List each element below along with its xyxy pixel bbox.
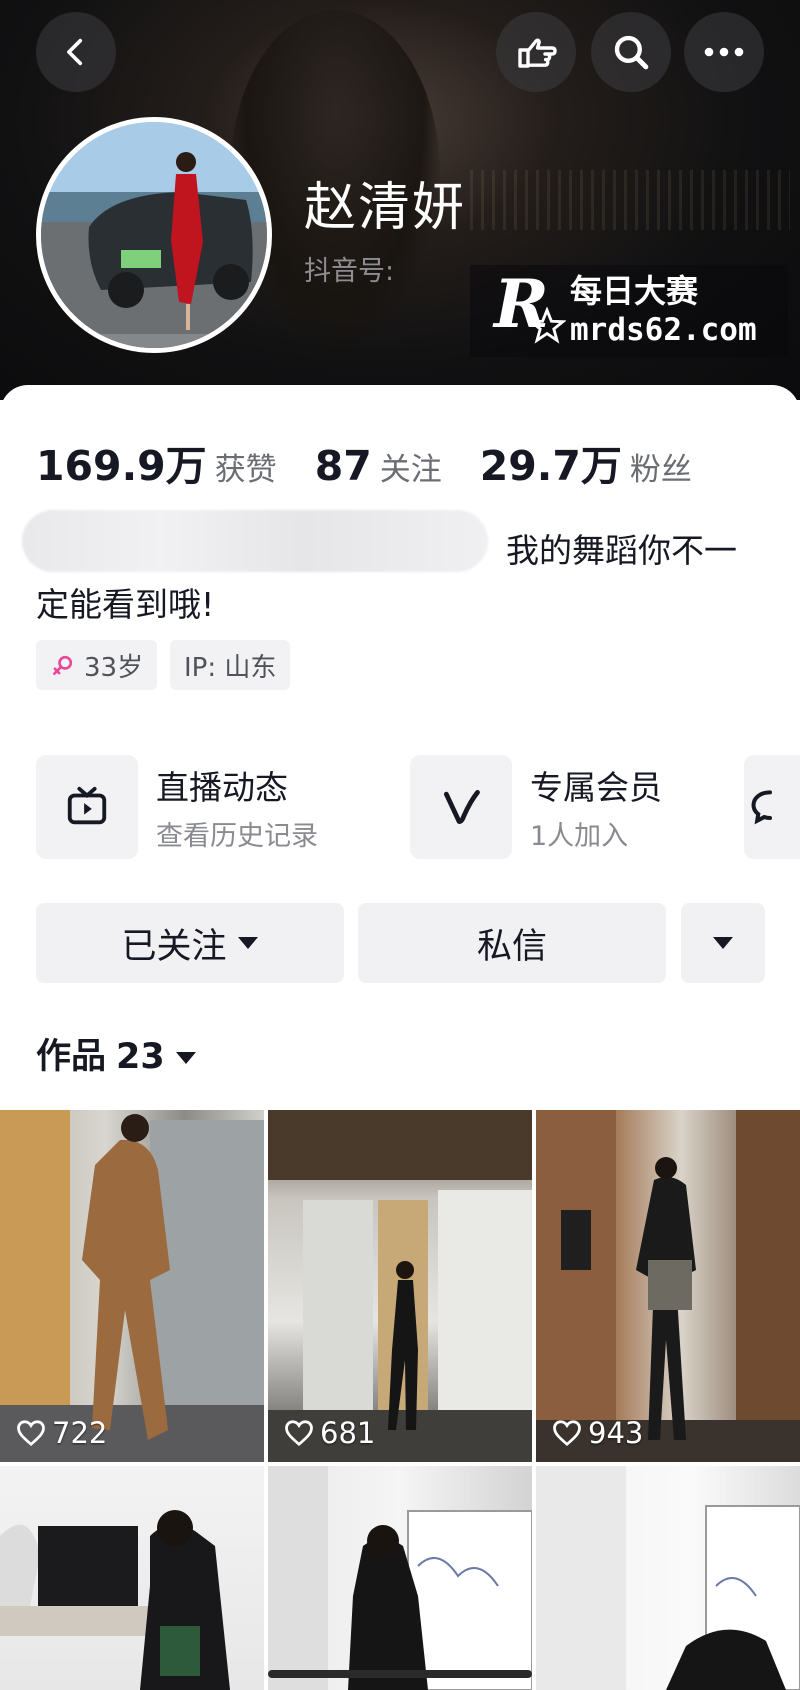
watermark-url: mrds62.com bbox=[570, 312, 757, 348]
video-likes-count: 681 bbox=[320, 1416, 376, 1450]
video-likes: 943 bbox=[552, 1416, 643, 1450]
following-button[interactable]: 已关注 bbox=[36, 903, 344, 983]
douyin-id-label: 抖音号: bbox=[304, 256, 395, 287]
works-count: 23 bbox=[116, 1037, 165, 1077]
stats-row: 169.9万 获赞 87 关注 29.7万 粉丝 bbox=[36, 432, 730, 492]
following-count[interactable]: 87 bbox=[315, 442, 372, 490]
feature-icon-box bbox=[744, 755, 800, 859]
live-history-subtitle: 查看历史记录 bbox=[156, 821, 318, 852]
video-likes: 722 bbox=[16, 1416, 107, 1450]
header-background-lights bbox=[470, 170, 790, 230]
video-preview bbox=[536, 1110, 800, 1462]
back-button[interactable] bbox=[36, 12, 116, 92]
likes-label: 获赞 bbox=[214, 452, 277, 488]
watermark: R 每日大赛 mrds62.com bbox=[470, 265, 788, 357]
live-history-entry[interactable]: 直播动态 查看历史记录 bbox=[36, 755, 376, 861]
followers-count[interactable]: 29.7万 bbox=[480, 432, 622, 492]
caret-down-icon bbox=[175, 1051, 196, 1064]
chat-bubble-icon bbox=[751, 790, 773, 825]
message-button[interactable]: 私信 bbox=[358, 903, 666, 983]
v-icon bbox=[443, 789, 480, 825]
bio-line-2: 定能看到哦! bbox=[36, 585, 215, 624]
search-button[interactable] bbox=[591, 12, 671, 92]
video-thumbnail[interactable] bbox=[536, 1466, 800, 1690]
works-label: 作品 bbox=[36, 1037, 107, 1077]
works-tab[interactable]: 作品 23 bbox=[36, 1040, 197, 1075]
watermark-title: 每日大赛 bbox=[570, 272, 699, 310]
message-button-label: 私信 bbox=[476, 926, 547, 967]
feature-icon-box bbox=[410, 755, 512, 859]
video-likes-count: 943 bbox=[588, 1416, 644, 1450]
video-preview bbox=[0, 1110, 264, 1462]
video-thumbnail[interactable] bbox=[268, 1466, 532, 1690]
followers-label[interactable]: 粉丝 bbox=[630, 444, 692, 489]
username: 赵清妍 bbox=[304, 178, 467, 238]
video-thumbnail[interactable]: 943 bbox=[536, 1110, 800, 1462]
video-preview bbox=[268, 1110, 532, 1462]
avatar[interactable] bbox=[36, 117, 272, 353]
more-dots-icon bbox=[704, 47, 744, 57]
video-likes-count: 722 bbox=[52, 1416, 108, 1450]
heart-icon bbox=[285, 1420, 313, 1447]
exclusive-member-entry[interactable]: 专属会员 1人加入 bbox=[410, 755, 710, 861]
tv-icon bbox=[67, 786, 107, 825]
video-thumbnail[interactable]: 722 bbox=[0, 1110, 264, 1462]
gesture-button[interactable] bbox=[496, 12, 576, 92]
age-text: 33岁 bbox=[84, 652, 144, 683]
exclusive-member-subtitle: 1人加入 bbox=[530, 821, 629, 852]
exclusive-member-title: 专属会员 bbox=[530, 768, 662, 807]
bio-line-1: 我的舞蹈你不一 bbox=[506, 531, 737, 570]
video-thumbnail[interactable] bbox=[0, 1466, 264, 1690]
home-indicator[interactable] bbox=[268, 1670, 532, 1678]
video-thumbnail[interactable]: 681 bbox=[268, 1110, 532, 1462]
ip-tag: IP: 山东 bbox=[170, 640, 291, 690]
star-icon bbox=[528, 307, 566, 344]
chevron-left-icon bbox=[67, 38, 83, 66]
bio-redacted-region bbox=[22, 510, 488, 572]
caret-down-icon bbox=[713, 937, 733, 949]
video-preview bbox=[268, 1466, 532, 1690]
header-background-figure bbox=[230, 10, 440, 340]
caret-down-icon bbox=[237, 937, 258, 949]
video-preview bbox=[0, 1510, 230, 1690]
pointing-hand-icon bbox=[518, 38, 557, 68]
following-button-label: 已关注 bbox=[121, 926, 227, 967]
video-preview bbox=[536, 1466, 800, 1690]
likes-count: 169.9万 bbox=[36, 442, 207, 490]
heart-icon bbox=[553, 1420, 581, 1447]
search-icon bbox=[614, 35, 649, 70]
female-icon bbox=[53, 655, 73, 675]
more-options-button[interactable] bbox=[681, 903, 765, 983]
age-tag: 33岁 bbox=[36, 640, 158, 690]
avatar-photo bbox=[41, 122, 267, 348]
video-likes: 681 bbox=[284, 1416, 375, 1450]
more-button[interactable] bbox=[684, 12, 764, 92]
live-history-title: 直播动态 bbox=[156, 768, 288, 807]
following-label[interactable]: 关注 bbox=[380, 444, 442, 489]
group-chat-entry[interactable] bbox=[744, 755, 800, 861]
feature-icon-box bbox=[36, 755, 138, 859]
ip-text: IP: 山东 bbox=[184, 652, 277, 683]
profile-header: 赵清妍 抖音号: R 每日大赛 mrds62.com bbox=[0, 0, 800, 400]
heart-icon bbox=[17, 1420, 45, 1447]
